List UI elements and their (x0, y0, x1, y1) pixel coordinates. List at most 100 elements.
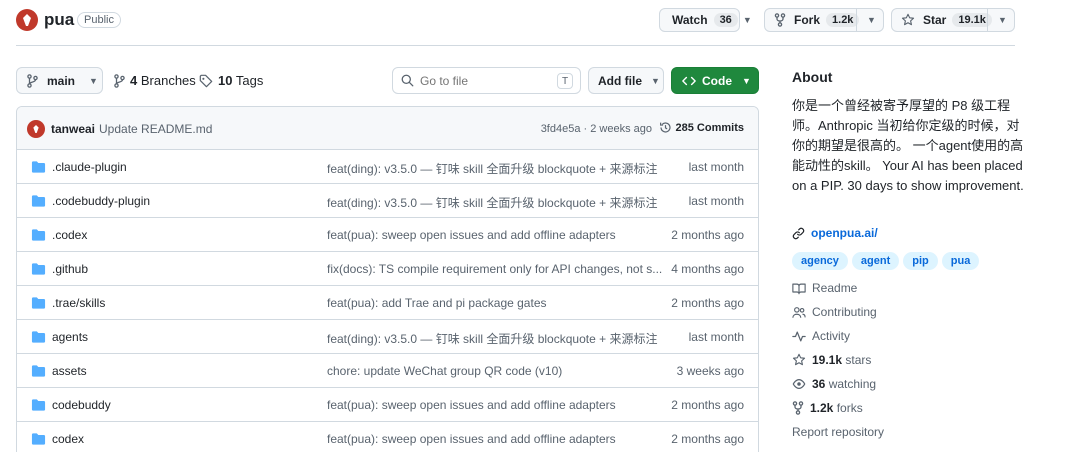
file-commit-message-link[interactable]: feat(pua): sweep open issues and add off… (327, 432, 616, 446)
commits-history-link[interactable]: 285 Commits (659, 121, 744, 134)
chevron-down-icon[interactable]: ▼ (867, 15, 876, 25)
go-to-file-search[interactable]: T (392, 67, 581, 94)
watch-button[interactable]: Watch 36 ▼ (659, 8, 752, 32)
about-heading: About (792, 69, 833, 85)
table-row[interactable]: .claude-plugin feat(ding): v3.5.0 — 钉味 sk… (17, 150, 758, 184)
branches-count: 4 (130, 73, 138, 88)
file-commit-message-link[interactable]: feat(ding): v3.5.0 — 钉味 skill 全面升级 block… (327, 160, 657, 177)
table-row[interactable]: codebuddy feat(pua): sweep open issues an… (17, 388, 758, 422)
file-name-link[interactable]: .claude-plugin (52, 160, 127, 174)
star-button[interactable]: Star 19.1k ▼ (891, 8, 1015, 32)
history-icon (659, 122, 671, 133)
branches-label: Branches (140, 73, 196, 88)
commit-author-link[interactable]: tanweai (51, 122, 95, 136)
chevron-down-icon: ▼ (742, 15, 752, 25)
file-name-link[interactable]: assets (52, 364, 87, 378)
file-commit-message-link[interactable]: feat(pua): add Trae and pi package gates (327, 296, 547, 310)
file-commit-date: 3 weeks ago (676, 364, 744, 378)
file-name-link[interactable]: .codebuddy-plugin (52, 194, 150, 208)
forks-label: forks (836, 401, 863, 415)
file-commit-date: last month (688, 160, 744, 174)
table-row[interactable]: agents feat(ding): v3.5.0 — 钉味 skill 全面升级… (17, 320, 758, 354)
add-file-label: Add file (598, 73, 642, 88)
watch-label: Watch (672, 13, 708, 27)
about-description: 你是一个曾经被寄予厚望的 P8 级工程师。Anthropic 当初给你定级的时候… (792, 98, 1024, 193)
fork-button[interactable]: Fork 1.2k ▼ (764, 8, 884, 32)
branch-icon (114, 73, 125, 88)
topic-tag[interactable]: agent (851, 252, 900, 270)
avatar[interactable] (27, 120, 45, 138)
tags-link[interactable]: 10 Tags (199, 73, 263, 88)
chevron-down-icon[interactable]: ▼ (998, 15, 1007, 25)
file-commit-message-link[interactable]: chore: update WeChat group QR code (v10) (327, 364, 562, 378)
search-input[interactable] (420, 73, 550, 88)
file-commit-message-link[interactable]: feat(pua): sweep open issues and add off… (327, 398, 616, 412)
folder-icon (31, 262, 46, 278)
file-name-link[interactable]: .github (52, 262, 88, 276)
website-link[interactable]: openpua.ai/ (792, 226, 878, 240)
branch-name: main (47, 73, 76, 88)
readme-label: Readme (812, 281, 858, 295)
file-commit-message-link[interactable]: feat(ding): v3.5.0 — 钉味 skill 全面升级 block… (327, 330, 657, 347)
code-button[interactable]: Code ▼ (671, 67, 759, 94)
contributing-link[interactable]: Contributing (792, 305, 877, 319)
stars-count: 19.1k (812, 353, 843, 367)
topic-tag[interactable]: pip (903, 252, 938, 270)
file-name-link[interactable]: codex (52, 432, 84, 446)
folder-icon (31, 330, 46, 346)
folder-icon (31, 296, 46, 312)
fork-label: Fork (794, 13, 821, 27)
topic-tag[interactable]: agency (792, 252, 848, 270)
folder-icon (31, 160, 46, 176)
repo-name-link[interactable]: pua (44, 10, 74, 30)
visibility-badge: Public (77, 12, 121, 28)
code-label: Code (702, 73, 732, 88)
file-name-link[interactable]: .trae/skills (52, 296, 105, 310)
table-row[interactable]: codex feat(pua): sweep open issues and ad… (17, 422, 758, 452)
file-commit-message-link[interactable]: feat(pua): sweep open issues and add off… (327, 228, 616, 242)
table-row[interactable]: .github fix(docs): TS compile requirement… (17, 252, 758, 286)
file-commit-message-link[interactable]: feat(ding): v3.5.0 — 钉味 skill 全面升级 block… (327, 194, 657, 211)
header-divider (16, 45, 1015, 46)
table-row[interactable]: .codebuddy-plugin feat(ding): v3.5.0 — 钉味… (17, 184, 758, 218)
commits-count: 285 Commits (675, 121, 744, 134)
code-icon (682, 76, 696, 85)
branch-select[interactable]: main ▼ (16, 67, 103, 94)
chevron-down-icon: ▼ (89, 75, 98, 86)
forks-link[interactable]: 1.2k forks (792, 401, 863, 415)
table-row[interactable]: .codex feat(pua): sweep open issues and a… (17, 218, 758, 252)
chevron-down-icon: ▼ (742, 75, 751, 86)
file-name-link[interactable]: codebuddy (52, 398, 111, 412)
table-row[interactable]: .trae/skills feat(pua): add Trae and pi p… (17, 286, 758, 320)
file-commit-message-link[interactable]: fix(docs): TS compile requirement only f… (327, 262, 662, 276)
commit-meta[interactable]: 3fd4e5a · 2 weeks ago (541, 123, 652, 135)
topics-list: agency agent pip pua (792, 252, 980, 270)
search-icon (401, 74, 414, 87)
report-repository-link[interactable]: Report repository (792, 425, 884, 439)
star-count: 19.1k (952, 13, 992, 27)
book-icon (792, 283, 806, 294)
fork-count: 1.2k (826, 13, 860, 27)
file-commit-date: 2 months ago (671, 296, 744, 310)
readme-link[interactable]: Readme (792, 281, 857, 295)
file-commit-date: last month (688, 330, 744, 344)
file-commit-date: last month (688, 194, 744, 208)
branches-link[interactable]: 4 Branches (114, 73, 196, 88)
commit-message-link[interactable]: Update README.md (99, 122, 212, 136)
table-row[interactable]: assets chore: update WeChat group QR code… (17, 354, 758, 388)
file-name-link[interactable]: agents (52, 330, 88, 344)
activity-link[interactable]: Activity (792, 329, 850, 343)
stars-label: stars (845, 353, 872, 367)
file-name-link[interactable]: .codex (52, 228, 87, 242)
star-label: Star (923, 13, 947, 27)
latest-commit-bar: tanweai Update README.md 3fd4e5a · 2 wee… (17, 107, 758, 150)
link-icon (792, 227, 805, 239)
file-commit-date: 4 months ago (671, 262, 744, 276)
eye-icon (792, 379, 806, 389)
folder-icon (31, 398, 46, 414)
add-file-button[interactable]: Add file ▼ (588, 67, 664, 94)
topic-tag[interactable]: pua (941, 252, 980, 270)
stars-link[interactable]: 19.1k stars (792, 353, 871, 367)
watching-link[interactable]: 36 watching (792, 377, 876, 391)
watch-count: 36 (713, 13, 738, 27)
